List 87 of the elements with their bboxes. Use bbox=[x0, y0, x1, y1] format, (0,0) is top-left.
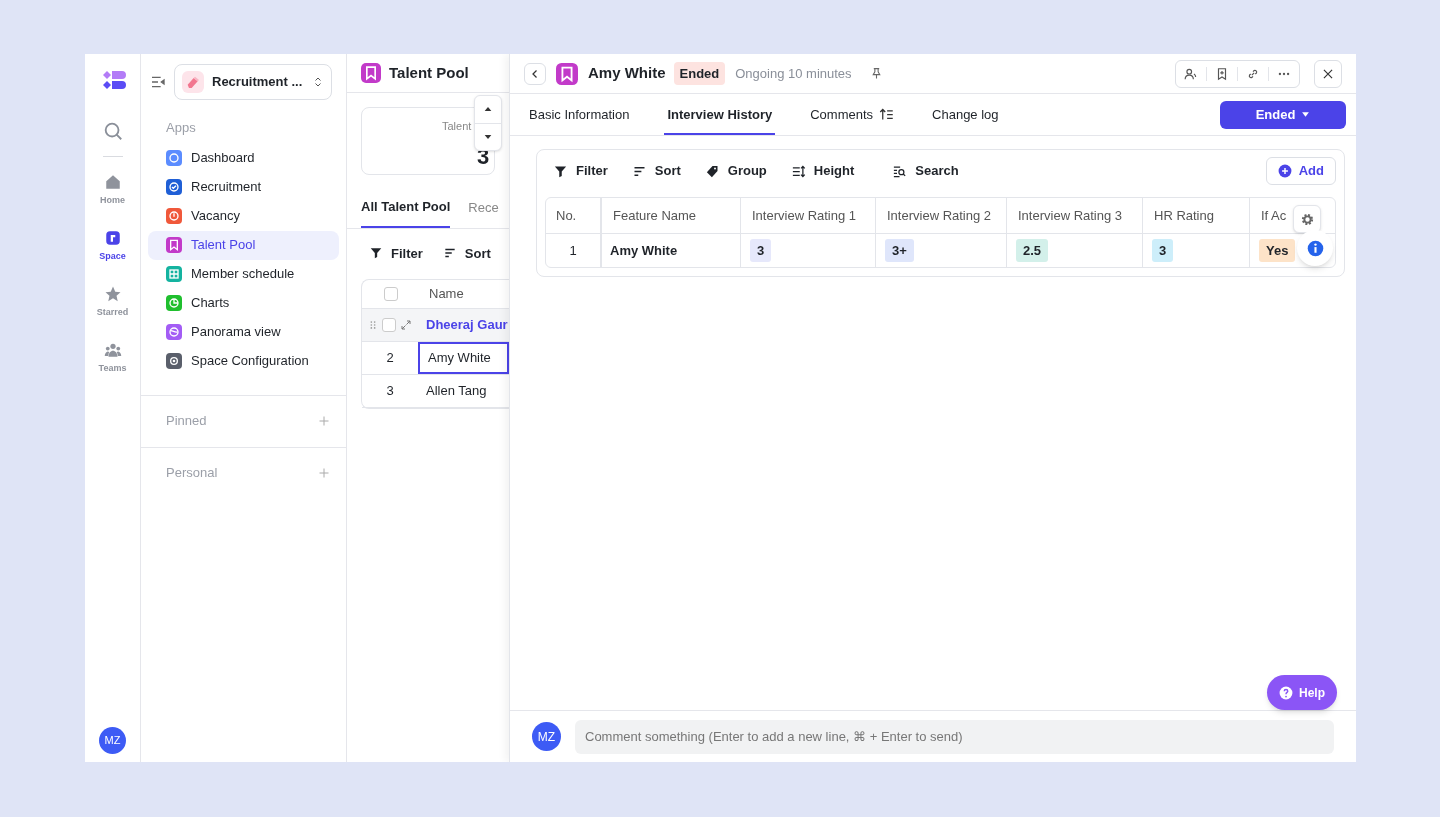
column-header: No. bbox=[556, 206, 577, 225]
sidebar-item[interactable]: Talent Pool bbox=[148, 230, 339, 260]
detail-tab[interactable]: Basic Information bbox=[526, 94, 633, 135]
column-header: If Ac bbox=[1261, 206, 1287, 225]
toolbar-button[interactable]: Sort bbox=[631, 161, 681, 181]
user-avatar[interactable]: MZ bbox=[99, 727, 126, 754]
info-button[interactable] bbox=[1297, 230, 1333, 266]
drag-handle-icon[interactable] bbox=[368, 319, 378, 331]
user-avatar[interactable]: MZ bbox=[532, 722, 561, 751]
page-title: Talent Pool bbox=[389, 62, 469, 83]
row-number: 2 bbox=[386, 349, 394, 368]
row-height-icon bbox=[790, 163, 806, 179]
bookmark-icon bbox=[361, 63, 381, 83]
toolbar-button[interactable]: Filter bbox=[369, 243, 423, 263]
sort-ascending-icon bbox=[879, 107, 895, 122]
caret-down-icon bbox=[1301, 110, 1311, 119]
column-header: Interview Rating 3 bbox=[1018, 206, 1123, 225]
tag-icon bbox=[704, 163, 720, 179]
status-badge: Ended bbox=[673, 61, 726, 86]
rating-tag: 3 bbox=[750, 238, 772, 263]
rating-tag: 2.5 bbox=[1016, 238, 1049, 263]
toolbar-button[interactable]: Height bbox=[790, 161, 855, 181]
back-button[interactable] bbox=[524, 62, 546, 85]
rating-tag: 3+ bbox=[885, 238, 914, 263]
name-cell[interactable]: Allen Tang bbox=[418, 375, 509, 407]
view-tab[interactable]: Rece bbox=[468, 197, 499, 228]
add-button[interactable]: Add bbox=[1265, 157, 1336, 185]
detail-tab[interactable]: Interview History bbox=[664, 94, 776, 135]
sidebar-item[interactable]: Panorama view bbox=[148, 317, 339, 347]
plus-circle-icon bbox=[1277, 164, 1292, 178]
workspace-selector[interactable]: Recruitment ... bbox=[174, 64, 332, 100]
checkbox[interactable] bbox=[383, 287, 398, 301]
detail-tab[interactable]: Change log bbox=[929, 94, 1002, 135]
sidebar-item[interactable]: Dashboard bbox=[148, 143, 339, 173]
chevron-up-down-icon bbox=[312, 75, 324, 89]
plus-icon[interactable] bbox=[318, 415, 330, 427]
bookmark-plus-icon[interactable] bbox=[1215, 66, 1229, 81]
sidebar-item[interactable]: Recruitment bbox=[148, 172, 339, 202]
sidebar-item[interactable]: Charts bbox=[148, 288, 339, 318]
stat-label: Talent bbox=[442, 119, 472, 134]
collapse-sidebar-icon bbox=[150, 74, 166, 90]
view-tab[interactable]: All Talent Pool bbox=[361, 197, 451, 228]
row-number: 3 bbox=[386, 382, 394, 401]
name-cell[interactable]: Amy White bbox=[418, 342, 509, 374]
question-icon bbox=[1279, 685, 1293, 700]
sidebar-item[interactable]: Space Configuration bbox=[148, 346, 339, 376]
record-title: Amy White bbox=[588, 63, 666, 84]
settings-button[interactable] bbox=[1293, 205, 1321, 233]
status-text: Ongoing 10 minutes bbox=[735, 64, 852, 83]
sidebar-item[interactable]: Member schedule bbox=[148, 259, 339, 289]
expand-icon[interactable] bbox=[400, 319, 412, 331]
toolbar-button[interactable]: Group bbox=[704, 161, 767, 181]
people-icon[interactable] bbox=[1184, 66, 1198, 81]
home-icon bbox=[103, 173, 122, 191]
section-label: Personal bbox=[166, 464, 218, 483]
toolbar-button[interactable]: Sort bbox=[442, 243, 491, 263]
settings-icon bbox=[1299, 211, 1315, 227]
table-cell: 1 bbox=[546, 234, 602, 267]
rating-tag: Yes bbox=[1259, 238, 1296, 263]
toolbar-button[interactable]: Filter bbox=[553, 161, 608, 181]
help-button[interactable]: Help bbox=[1267, 675, 1337, 710]
stage-button[interactable]: Ended bbox=[1220, 100, 1346, 129]
plus-icon[interactable] bbox=[318, 467, 330, 479]
close-button[interactable] bbox=[1314, 59, 1342, 88]
people-icon bbox=[103, 341, 122, 359]
info-icon bbox=[1306, 239, 1324, 257]
bookmark-icon bbox=[556, 62, 578, 85]
detail-tab[interactable]: Comments bbox=[807, 94, 898, 135]
section-label: Pinned bbox=[166, 412, 207, 431]
section-label: Apps bbox=[165, 119, 197, 137]
sidebar-item[interactable]: Vacancy bbox=[148, 201, 339, 231]
search-icon bbox=[892, 163, 908, 179]
checkbox[interactable] bbox=[382, 318, 396, 332]
column-header: Name bbox=[428, 285, 464, 304]
table-cell: Amy White bbox=[602, 234, 741, 267]
star-icon bbox=[103, 285, 122, 303]
rating-tag: 3 bbox=[1152, 238, 1174, 263]
column-header: Feature Name bbox=[613, 206, 697, 225]
eraser-icon bbox=[185, 74, 201, 90]
toolbar-button[interactable]: Search bbox=[892, 161, 959, 181]
column-header: Interview Rating 2 bbox=[887, 206, 992, 225]
column-header: Interview Rating 1 bbox=[752, 206, 857, 225]
filter-icon bbox=[369, 246, 383, 261]
space-icon bbox=[103, 229, 122, 247]
column-header: HR Rating bbox=[1154, 206, 1214, 225]
comment-field[interactable]: Comment something (Enter to add a new line, ⌘ + Enter to send) bbox=[575, 719, 1334, 754]
rail-nav-button[interactable]: Space bbox=[87, 229, 138, 285]
